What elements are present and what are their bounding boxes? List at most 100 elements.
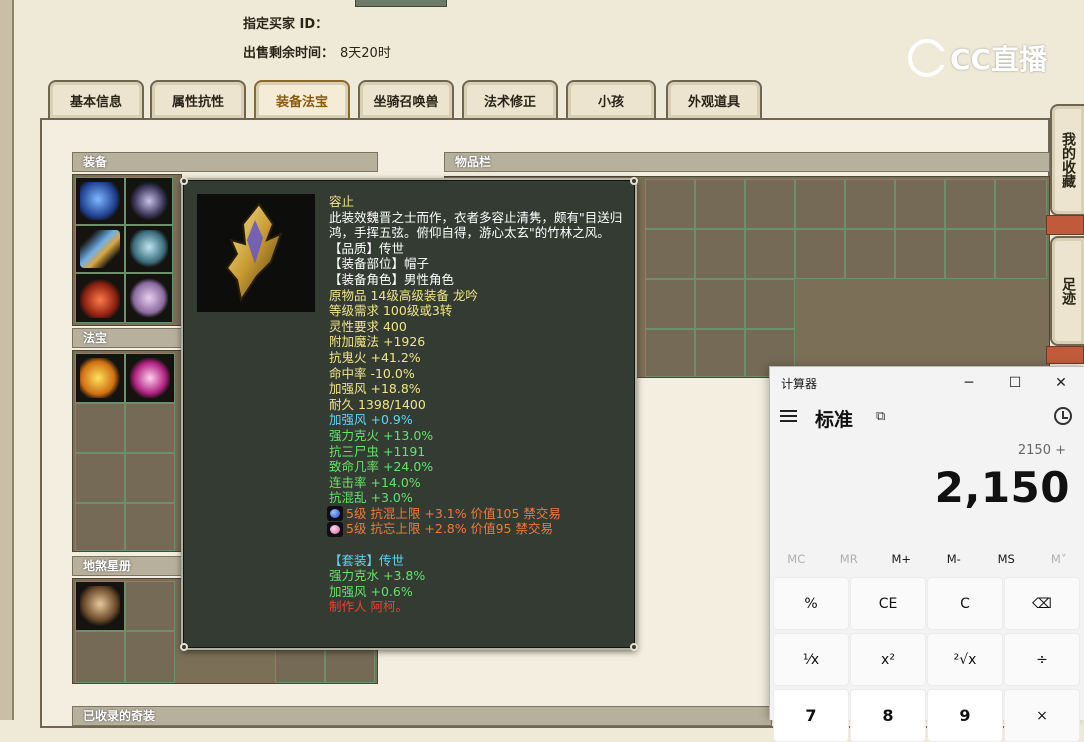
memory-2-button[interactable]: M+	[875, 547, 928, 571]
inventory-slot[interactable]	[695, 329, 745, 377]
inventory-slot[interactable]	[745, 179, 795, 229]
inventory-slot[interactable]	[945, 179, 995, 229]
cc-logo-icon	[908, 39, 946, 77]
inventory-slot[interactable]	[945, 229, 995, 279]
inventory-slot[interactable]	[645, 229, 695, 279]
tab-label: 属性抗性	[172, 91, 224, 110]
tooltip-line: 致命几率 +24.0%	[329, 459, 629, 475]
treasure-slot[interactable]	[125, 453, 175, 503]
tab-basic-info[interactable]: 基本信息	[48, 80, 144, 118]
treasure-slot[interactable]	[75, 403, 125, 453]
keep-on-top-icon[interactable]: ⧉	[876, 409, 885, 424]
tab-label: 装备法宝	[276, 91, 328, 110]
multiply-key[interactable]: ×	[1004, 689, 1080, 742]
treasure-slot[interactable]	[75, 503, 125, 551]
calculator-titlebar[interactable]: 计算器 ─ ☐ ✕	[770, 367, 1084, 399]
backspace-key[interactable]: ⌫	[1004, 577, 1080, 630]
sqrt-key[interactable]: ²√x	[927, 633, 1003, 686]
inventory-slot[interactable]	[645, 279, 695, 329]
inventory-slot[interactable]	[645, 329, 695, 377]
inventory-slot[interactable]	[995, 229, 1047, 279]
inventory-slot[interactable]	[895, 179, 945, 229]
memory-1-button[interactable]: MR	[823, 547, 876, 571]
tooltip-line: 【品质】传世	[329, 241, 629, 257]
treasure-slot[interactable]	[75, 353, 125, 403]
equipment-slot[interactable]	[125, 273, 173, 323]
memory-5-button[interactable]: M˅	[1033, 547, 1084, 571]
inventory-slot[interactable]	[795, 179, 845, 229]
tab-child[interactable]: 小孩	[566, 80, 656, 118]
inventory-slot[interactable]	[745, 229, 795, 279]
memory-4-button[interactable]: MS	[980, 547, 1033, 571]
star-book-slot[interactable]	[125, 631, 175, 683]
inventory-slot[interactable]	[695, 179, 745, 229]
history-icon[interactable]	[1054, 407, 1072, 425]
tab-label: 法术修正	[484, 91, 536, 110]
tooltip-line	[329, 537, 629, 553]
tab-label: 基本信息	[70, 91, 122, 110]
tab-attribute-resistance[interactable]: 属性抗性	[150, 80, 246, 118]
tab-spell-correction[interactable]: 法术修正	[462, 80, 558, 118]
treasure-slot[interactable]	[125, 353, 175, 403]
star-book-slot[interactable]	[75, 631, 125, 683]
memory-0-button[interactable]: MC	[770, 547, 823, 571]
tab-appearance-items[interactable]: 外观道具	[666, 80, 762, 118]
inventory-slot[interactable]	[695, 229, 745, 279]
favorites-side-tab[interactable]: 我的收藏	[1050, 104, 1084, 216]
digit-9-key[interactable]: 9	[927, 689, 1003, 742]
inventory-slot[interactable]	[795, 229, 845, 279]
top-button-edge[interactable]	[355, 0, 447, 7]
tab-equipment-treasure[interactable]: 装备法宝	[254, 80, 350, 118]
treasure-slot[interactable]	[75, 453, 125, 503]
inventory-header: 物品栏	[444, 152, 1050, 172]
sale-remaining-row: 出售剩余时间：8天20时	[243, 42, 391, 61]
inventory-slot[interactable]	[895, 229, 945, 279]
equipment-slot[interactable]	[125, 225, 173, 273]
inventory-slot[interactable]	[995, 179, 1047, 229]
menu-icon[interactable]	[780, 410, 797, 423]
inventory-slot[interactable]	[745, 279, 795, 329]
tooltip-line: 命中率 -10.0%	[329, 366, 629, 382]
close-button[interactable]: ✕	[1050, 373, 1072, 393]
tooltip-corner	[630, 643, 638, 651]
tooltip-line: 容止	[329, 194, 629, 210]
clear-key[interactable]: C	[927, 577, 1003, 630]
percent-key[interactable]: %	[773, 577, 849, 630]
footprint-side-tab[interactable]: 足迹	[1050, 236, 1084, 346]
digit-7-key[interactable]: 7	[773, 689, 849, 742]
equipment-slot[interactable]	[75, 273, 125, 323]
minimize-button[interactable]: ─	[958, 373, 980, 393]
treasure-grid	[72, 350, 182, 552]
gold-treasure-icon	[80, 358, 120, 398]
square-key[interactable]: x²	[850, 633, 926, 686]
divide-key[interactable]: ÷	[1004, 633, 1080, 686]
treasure-slot[interactable]	[125, 403, 175, 453]
clear-entry-key[interactable]: CE	[850, 577, 926, 630]
calculator-window: 计算器 ─ ☐ ✕ 标准 ⧉ 2150 + 2,150 MCMRM+M-MSM˅…	[769, 366, 1084, 720]
memory-3-button[interactable]: M-	[928, 547, 981, 571]
inventory-slot[interactable]	[845, 229, 895, 279]
equipment-slot[interactable]	[75, 177, 125, 225]
digit-8-key[interactable]: 8	[850, 689, 926, 742]
favorites-label: 我的收藏	[1057, 132, 1079, 188]
footprint-label: 足迹	[1057, 277, 1079, 305]
equipment-slot[interactable]	[75, 225, 125, 273]
game-window-border	[0, 0, 14, 720]
star-book-slot[interactable]	[75, 581, 125, 631]
equipment-header: 装备	[72, 152, 378, 172]
hat-item-image	[197, 194, 315, 312]
reciprocal-key[interactable]: ¹⁄x	[773, 633, 849, 686]
inventory-slot[interactable]	[845, 179, 895, 229]
inventory-slot[interactable]	[645, 179, 695, 229]
equipment-slot[interactable]	[125, 177, 173, 225]
treasure-slot[interactable]	[125, 503, 175, 551]
tab-mount-summon[interactable]: 坐骑召唤兽	[358, 80, 454, 118]
tab-label: 坐骑召唤兽	[373, 91, 438, 110]
tooltip-gem-line: 5级 抗混上限 +3.1% 价值105 禁交易	[327, 506, 629, 522]
tooltip-line: 原物品 14级高级装备 龙吟	[329, 288, 629, 304]
maximize-button[interactable]: ☐	[1004, 373, 1026, 393]
treasure-header: 法宝	[72, 328, 182, 348]
hat-item-icon	[197, 194, 315, 312]
inventory-slot[interactable]	[695, 279, 745, 329]
star-book-slot[interactable]	[125, 581, 175, 631]
